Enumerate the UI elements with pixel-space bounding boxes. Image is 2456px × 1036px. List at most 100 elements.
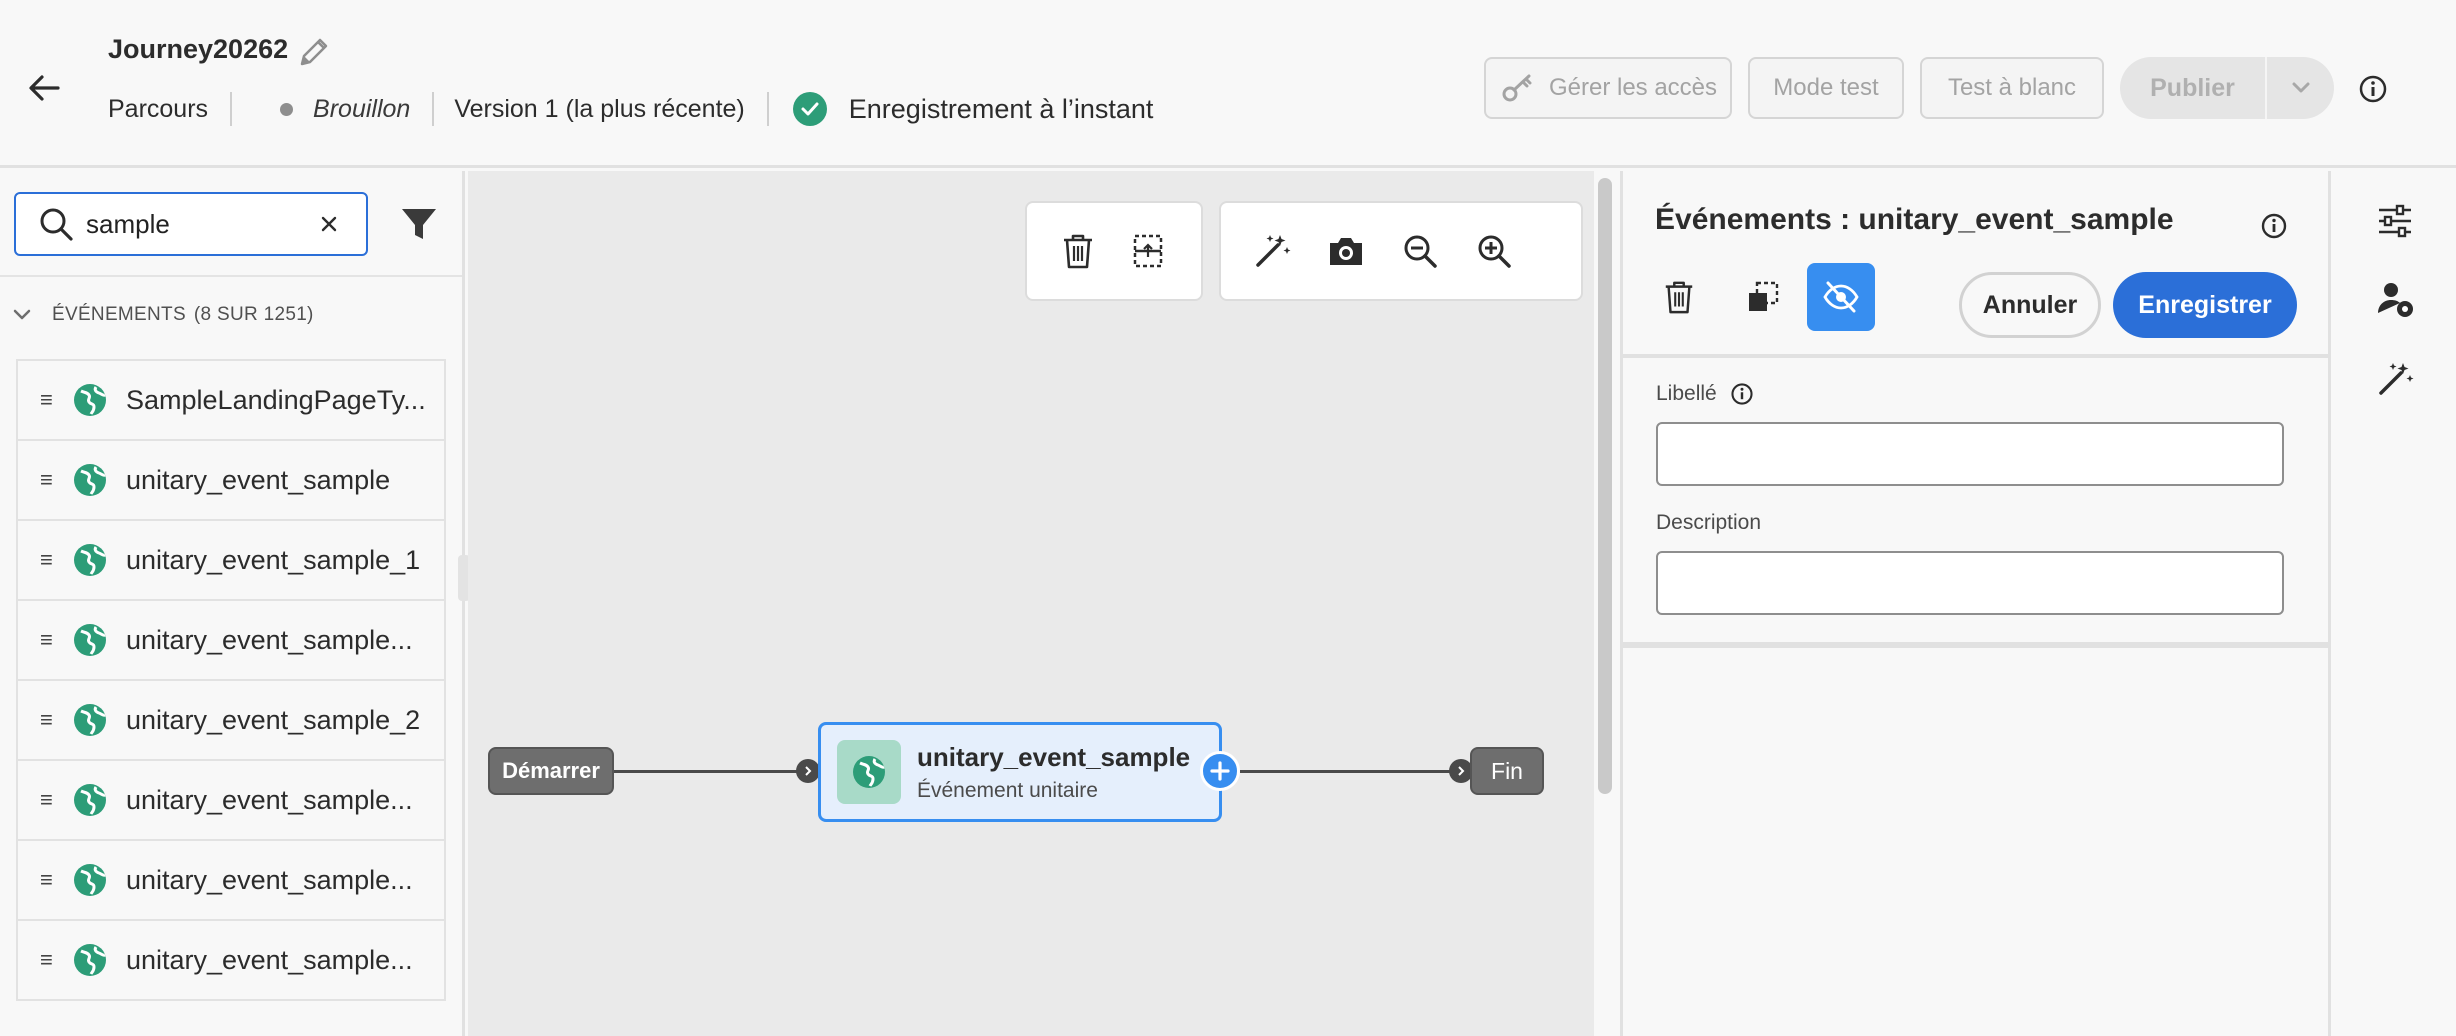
copy-icon <box>1749 281 1779 311</box>
publish-options-button[interactable] <box>2267 57 2334 119</box>
description-input[interactable] <box>1658 553 2282 613</box>
canvas-scrollbar[interactable] <box>1598 178 1612 794</box>
divider <box>230 92 233 126</box>
divider <box>1623 642 2331 648</box>
list-item[interactable]: ≡ unitary_event_sample... <box>18 601 444 681</box>
end-node[interactable]: Fin <box>1470 747 1544 795</box>
input-port[interactable] <box>796 759 820 783</box>
test-mode-label: Mode test <box>1773 74 1879 101</box>
drag-handle-icon: ≡ <box>40 867 53 892</box>
label-input[interactable] <box>1658 424 2282 484</box>
description-field[interactable] <box>1656 551 2284 615</box>
back-button[interactable] <box>22 66 66 110</box>
magic-wand-icon <box>1256 235 1291 267</box>
divider <box>0 275 462 277</box>
delete-node-button[interactable] <box>1645 263 1713 331</box>
select-cells-button[interactable] <box>1119 222 1177 280</box>
test-mode-button[interactable]: Mode test <box>1748 57 1904 119</box>
edit-toolbar <box>1025 201 1203 301</box>
filter-button[interactable] <box>398 203 440 245</box>
globe-icon <box>74 704 106 736</box>
events-section-header[interactable]: ÉVÉNEMENTS (8 SUR 1251) <box>10 298 314 332</box>
zoom-in-button[interactable] <box>1465 222 1523 280</box>
event-node[interactable]: unitary_event_sample Événement unitaire <box>818 722 1222 822</box>
select-cells-icon <box>1133 234 1163 268</box>
globe-icon <box>74 944 106 976</box>
manage-access-button[interactable]: Gérer les accès <box>1484 57 1732 119</box>
list-item[interactable]: ≡ unitary_event_sample <box>18 441 444 521</box>
publish-split-button: Publier <box>2120 57 2334 119</box>
divider <box>766 92 769 126</box>
journey-canvas[interactable] <box>468 171 1594 1036</box>
chevron-down-icon <box>2292 82 2309 93</box>
save-button[interactable]: Enregistrer <box>2113 272 2297 338</box>
publish-button[interactable]: Publier <box>2120 57 2267 119</box>
screenshot-button[interactable] <box>1317 222 1375 280</box>
event-label: unitary_event_sample... <box>126 864 413 895</box>
search-field[interactable] <box>14 192 368 256</box>
drag-handle-icon: ≡ <box>40 467 53 492</box>
events-list: ≡ SampleLandingPageTy... ≡ unitary_event… <box>16 359 446 1001</box>
edit-title-button[interactable] <box>294 32 334 72</box>
journey-meta: Parcours Brouillon Version 1 (la plus ré… <box>108 90 1153 128</box>
event-node-icon <box>837 740 901 804</box>
breadcrumb[interactable]: Parcours <box>108 95 208 124</box>
globe-icon <box>74 624 106 656</box>
magic-wand-button[interactable] <box>2373 357 2417 401</box>
connector-line <box>1240 770 1458 773</box>
label-field-label: Libellé <box>1656 381 1755 407</box>
auto-layout-button[interactable] <box>1243 222 1301 280</box>
settings-sliders-icon <box>2379 204 2411 238</box>
events-section-count: (8 SUR 1251) <box>193 304 314 325</box>
view-toolbar <box>1219 201 1583 301</box>
chevron-right-icon <box>1458 766 1465 776</box>
description-field-label: Description <box>1656 511 1762 534</box>
list-item[interactable]: ≡ unitary_event_sample_2 <box>18 681 444 761</box>
event-label: unitary_event_sample... <box>126 784 413 815</box>
journey-info-button[interactable] <box>2356 72 2390 106</box>
clear-search-button[interactable] <box>314 209 344 239</box>
journey-properties-button[interactable] <box>2373 199 2417 243</box>
status-dot <box>280 102 294 116</box>
event-label: unitary_event_sample... <box>126 624 413 655</box>
event-label: unitary_event_sample_1 <box>126 544 421 575</box>
hide-node-button[interactable] <box>1807 263 1875 331</box>
delete-tool-button[interactable] <box>1049 222 1107 280</box>
drag-handle-icon: ≡ <box>40 547 53 572</box>
version-label: Version 1 (la plus récente) <box>454 94 745 123</box>
panel-info-button[interactable] <box>2259 211 2289 241</box>
drag-handle-icon: ≡ <box>40 387 53 412</box>
label-field[interactable] <box>1656 422 2284 486</box>
close-icon <box>321 216 337 232</box>
list-item[interactable]: ≡ SampleLandingPageTy... <box>18 361 444 441</box>
status-badge: Brouillon <box>313 94 411 123</box>
list-item[interactable]: ≡ unitary_event_sample... <box>18 761 444 841</box>
info-icon[interactable] <box>1729 381 1755 407</box>
dry-run-label: Test à blanc <box>1947 74 2077 101</box>
right-rail <box>2331 171 2456 1036</box>
list-item[interactable]: ≡ unitary_event_sample_1 <box>18 521 444 601</box>
zoom-out-button[interactable] <box>1391 222 1449 280</box>
key-icon <box>1502 74 1532 102</box>
cancel-button[interactable]: Annuler <box>1959 272 2101 338</box>
search-input[interactable] <box>86 208 306 240</box>
back-arrow-icon <box>29 75 60 101</box>
pencil-icon <box>300 38 328 66</box>
event-label: SampleLandingPageTy... <box>126 384 426 415</box>
dry-run-button[interactable]: Test à blanc <box>1920 57 2104 119</box>
list-item[interactable]: ≡ unitary_event_sample... <box>18 841 444 921</box>
audience-settings-button[interactable] <box>2373 277 2417 321</box>
manage-access-label: Gérer les accès <box>1548 74 1718 101</box>
add-activity-button[interactable] <box>1200 751 1240 791</box>
start-node[interactable]: Démarrer <box>488 747 614 795</box>
palette-panel: ÉVÉNEMENTS (8 SUR 1251) ≡ SampleLandingP… <box>0 171 465 1036</box>
duplicate-node-button[interactable] <box>1729 263 1797 331</box>
event-node-subtitle: Événement unitaire <box>917 778 1098 802</box>
divider <box>1623 354 2331 358</box>
event-label: unitary_event_sample... <box>126 944 413 975</box>
list-item[interactable]: ≡ unitary_event_sample... <box>18 921 444 1001</box>
globe-icon <box>74 464 106 496</box>
event-node-title: unitary_event_sample <box>917 741 1191 772</box>
panel-title: Événements : unitary_event_sample <box>1655 203 2174 236</box>
connector-line <box>614 770 804 773</box>
